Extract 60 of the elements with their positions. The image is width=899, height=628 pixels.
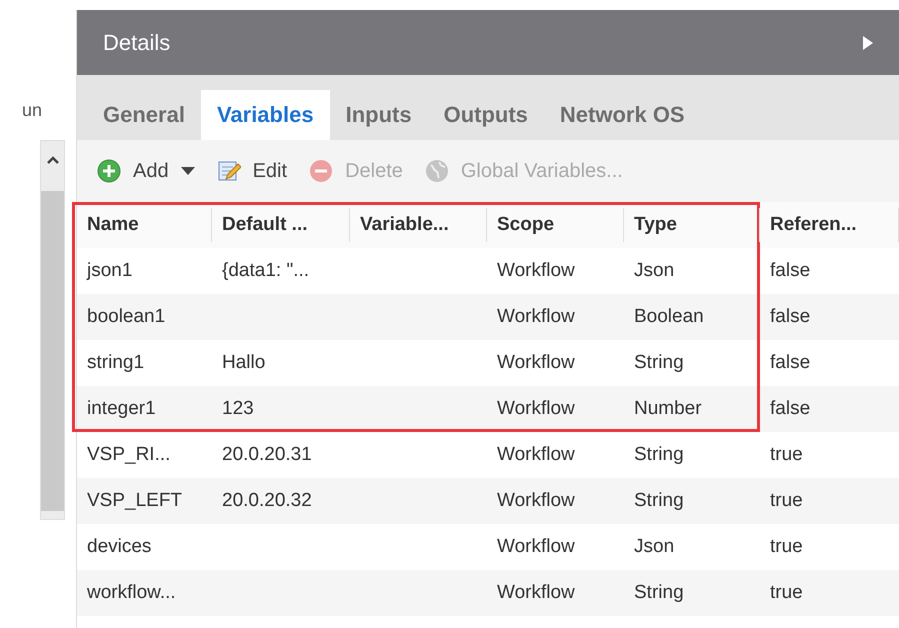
panel-title: Details: [103, 30, 170, 56]
table-cell-text: Workflow: [496, 306, 576, 328]
table-cell-text: 20.0.20.31: [221, 444, 313, 466]
column-header[interactable]: Type: [624, 208, 760, 242]
table-cell-text: string1: [86, 352, 146, 374]
table-cell-text: integer1: [86, 398, 157, 420]
table-cell-text: Workflow: [496, 260, 576, 282]
table-cell-text: {data1: "...: [221, 260, 310, 282]
tab[interactable]: Outputs: [428, 90, 544, 140]
table-cell-text: String: [633, 444, 685, 466]
globe-icon: [424, 159, 449, 183]
scrollbar[interactable]: [40, 140, 65, 520]
caret-icon: [180, 167, 195, 175]
table-cell-text: Number: [633, 398, 703, 420]
table-cell-text: Workflow: [496, 490, 576, 512]
edit-button[interactable]: Edit: [214, 153, 300, 189]
table-cell-text: Boolean: [633, 306, 705, 328]
table-cell-text: String: [633, 582, 685, 604]
table-cell-text: boolean1: [86, 306, 166, 328]
table-cell-text: Json: [633, 536, 676, 558]
table-cell-text: Workflow: [496, 352, 576, 374]
column-header[interactable]: Name: [77, 208, 212, 242]
table-cell-text: false: [769, 260, 812, 282]
table-cell-text: false: [769, 306, 812, 328]
table-cell-text: 123: [221, 398, 255, 420]
column-header[interactable]: Variable...: [350, 208, 487, 242]
expand-arrow-icon[interactable]: [863, 36, 873, 50]
table-cell-text: VSP_LEFT: [86, 490, 184, 512]
column-header[interactable]: Scope: [487, 208, 624, 242]
column-header[interactable]: Referen...: [760, 208, 899, 242]
add-icon: [97, 159, 121, 183]
table-cell-text: 20.0.20.32: [221, 490, 313, 512]
table-cell-text: workflow...: [86, 582, 177, 604]
table-cell-text: String: [633, 490, 685, 512]
table-cell-text: true: [769, 536, 804, 558]
panel-label: un: [22, 100, 42, 121]
scroll-up-icon[interactable]: [46, 155, 60, 165]
tab[interactable]: Inputs: [330, 90, 428, 140]
table-cell-text: devices: [86, 536, 152, 558]
tab[interactable]: General: [87, 90, 201, 140]
table-cell-text: false: [769, 398, 812, 420]
table-cell-text: Workflow: [496, 582, 576, 604]
table-cell-text: Json: [633, 260, 676, 282]
table-cell-text: false: [769, 352, 812, 374]
add-button[interactable]: Add: [95, 153, 207, 189]
table-cell-text: json1: [86, 260, 134, 282]
table-cell-text: Workflow: [496, 398, 576, 420]
table-cell-text: Workflow: [496, 536, 576, 558]
edit-icon: [216, 159, 241, 183]
table-cell-text: Workflow: [496, 444, 576, 466]
table-cell-text: true: [769, 444, 804, 466]
table-cell-text: String: [633, 352, 685, 374]
tab[interactable]: Variables: [200, 90, 330, 140]
table-cell-text: Hallo: [221, 352, 266, 374]
column-header[interactable]: Default ...: [212, 208, 350, 242]
table-cell-text: true: [769, 582, 804, 604]
delete-icon: [309, 159, 334, 183]
table-cell-text: true: [769, 490, 804, 512]
tab[interactable]: Network OS: [544, 90, 701, 140]
table-cell-text: VSP_RI...: [86, 444, 172, 466]
